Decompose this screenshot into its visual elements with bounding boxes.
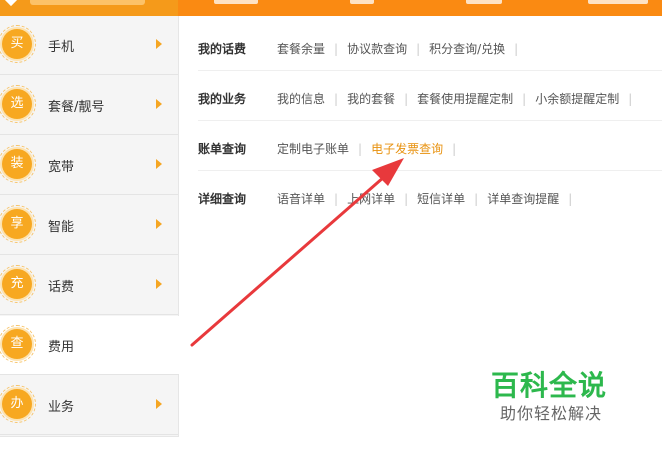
watermark-logo-title: 百科全说 xyxy=(491,369,608,402)
annotation-arrow-shaft xyxy=(190,168,394,347)
watermark-logo-subtitle: 助你轻松解决 xyxy=(500,404,603,423)
